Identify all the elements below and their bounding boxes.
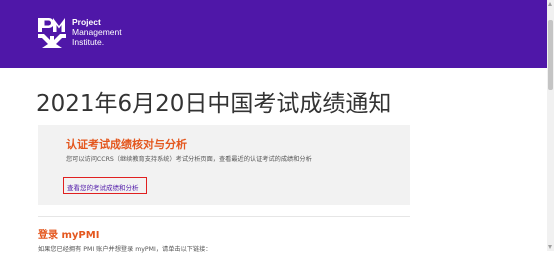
login-mypmi-title: 登录 myPMI	[38, 230, 100, 241]
pmi-logo-text[interactable]: Project Management Institute.	[72, 17, 122, 47]
vertical-scrollbar[interactable]	[547, 0, 554, 251]
pmi-logo-icon[interactable]	[38, 18, 66, 48]
scroll-down-icon[interactable]	[548, 245, 552, 249]
logo-line-project: Project	[72, 17, 101, 27]
logo-line-institute: Institute.	[72, 37, 105, 47]
card-description: 您可以访问CCRS（继续教育支持系统）考试分析页面，查看最近的认证考试的成绩和分…	[66, 156, 312, 163]
card-title: 认证考试成绩核对与分析	[66, 138, 187, 151]
section-divider	[38, 216, 410, 217]
site-header: Project Management Institute.	[0, 0, 554, 68]
logo-line-management: Management	[72, 27, 122, 37]
scrollbar-thumb[interactable]	[548, 20, 553, 90]
page-title: 2021年6月20日中国考试成绩通知	[36, 91, 392, 117]
score-analysis-card: 认证考试成绩核对与分析 您可以访问CCRS（继续教育支持系统）考试分析页面，查看…	[38, 125, 410, 205]
login-instruction-text: 如果您已经拥有 PMI 账户并想登录 myPMI，请单击以下链接：	[38, 246, 212, 253]
scroll-up-icon[interactable]	[548, 2, 552, 6]
highlight-box: 查看您的考试成绩和分析	[63, 177, 147, 194]
view-scores-link[interactable]: 查看您的考试成绩和分析	[67, 182, 139, 192]
